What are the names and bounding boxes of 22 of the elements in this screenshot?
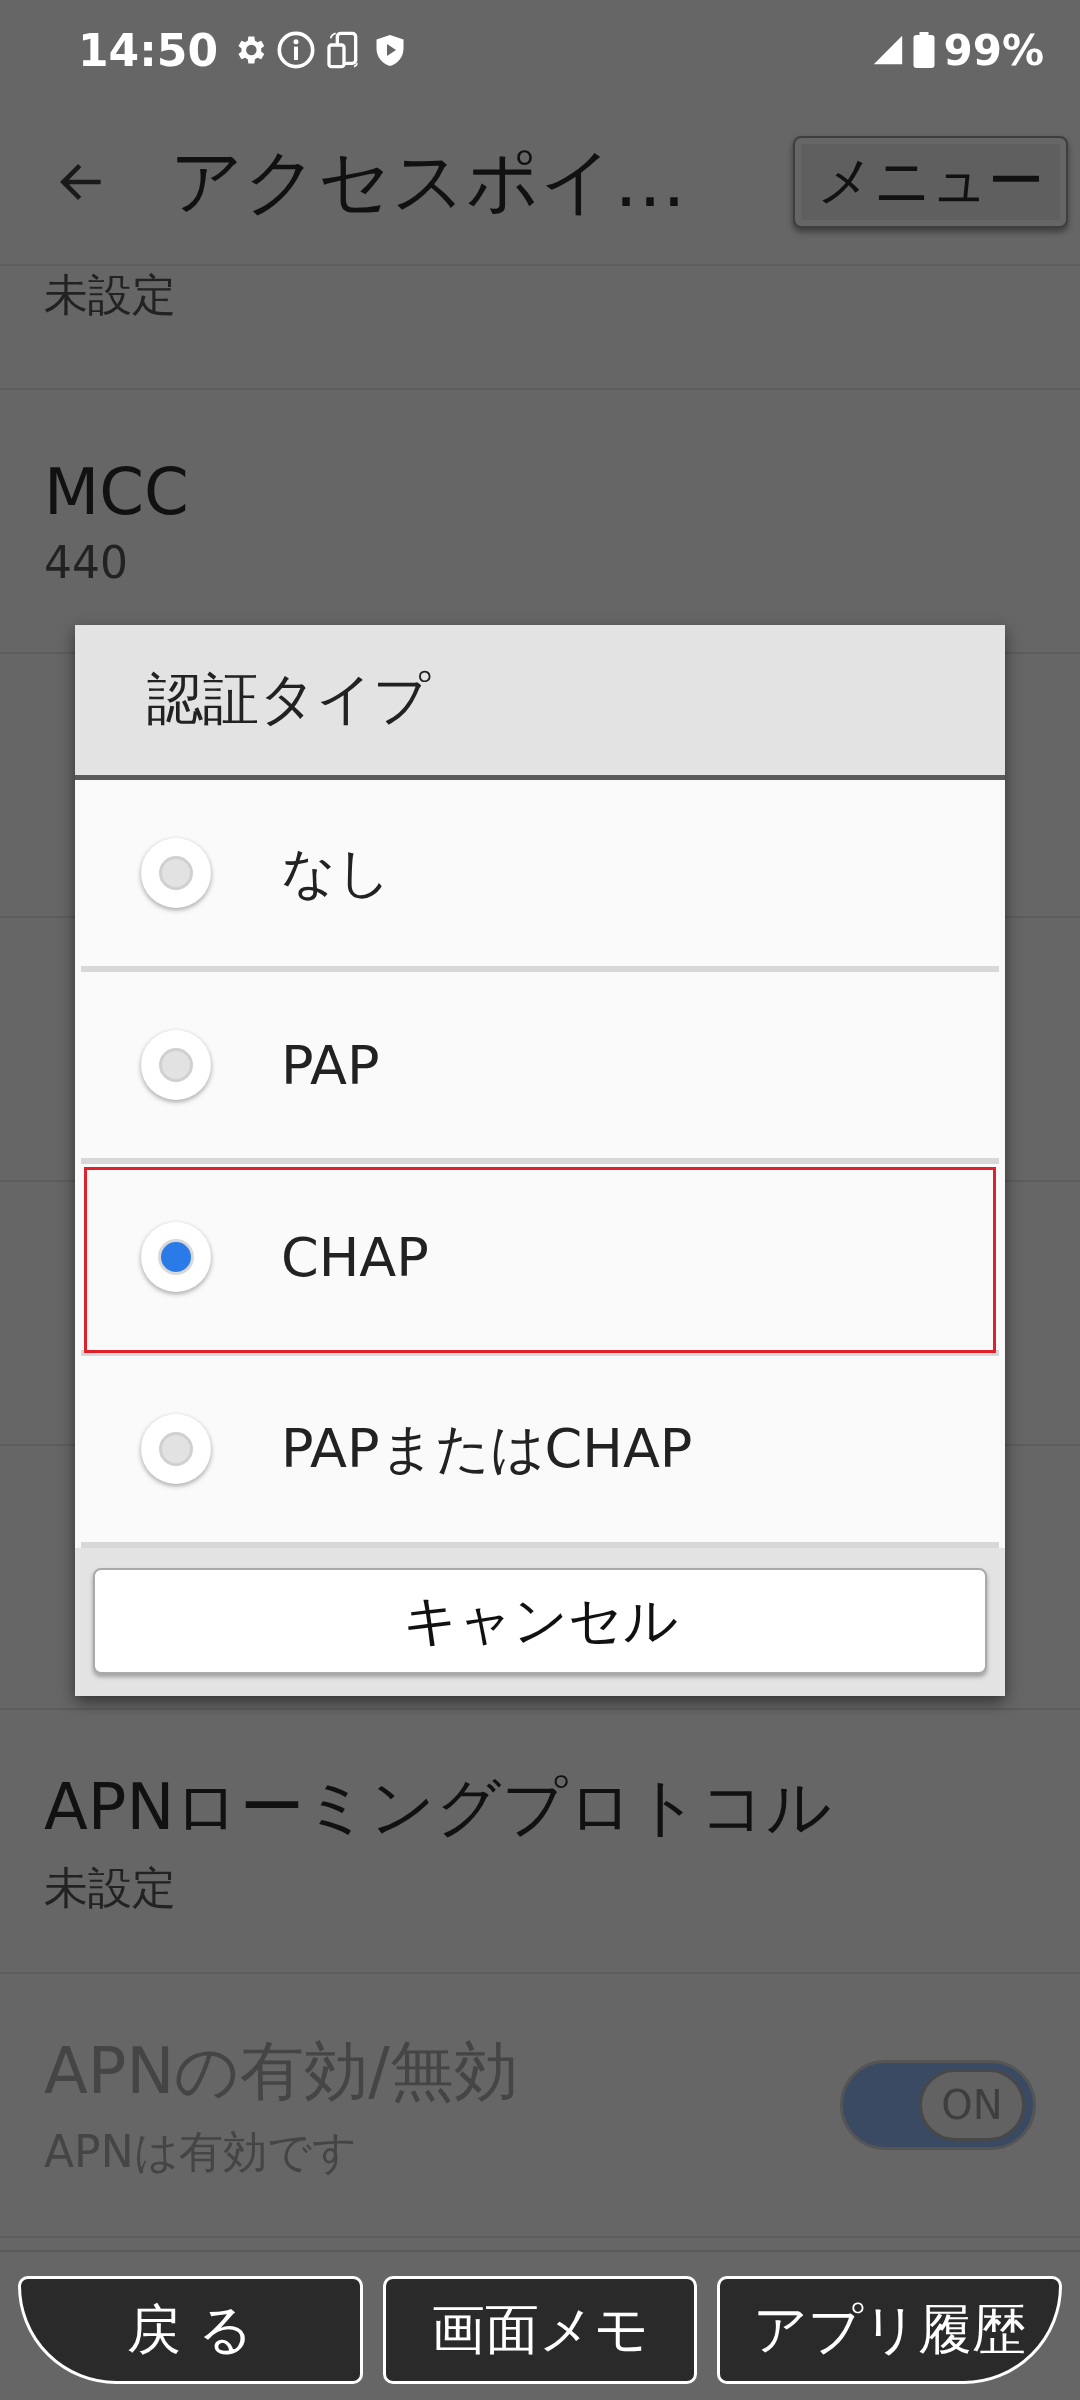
radio-option[interactable]: なし [81,780,999,972]
setting-summary: 440 [44,536,128,588]
battery-icon [913,32,936,68]
setting-summary: 未設定 [44,268,176,322]
radio-button[interactable] [141,838,211,908]
nav-button[interactable]: 画面メモ [382,2276,698,2384]
status-time: 14:50 [78,24,219,76]
nav-button[interactable]: 戻 る [18,2276,363,2384]
setting-title: MCC [44,454,189,529]
radio-button[interactable] [141,1030,211,1100]
radio-option[interactable]: PAP [81,972,999,1164]
radio-button[interactable] [141,1414,211,1484]
setting-title: APNローミングプロトコル [44,1769,833,1846]
setting-summary: 未設定 [44,1861,176,1915]
dialog-title: 認証タイプ [147,665,430,733]
nav-button[interactable]: アプリ履歴 [717,2276,1062,2384]
radio-button[interactable] [141,1222,211,1292]
battery-percent: 99% [943,25,1044,75]
radio-option[interactable]: CHAP [81,1164,999,1356]
screen-title: アクセスポイ… [170,138,687,225]
cancel-button[interactable]: キャンセル [93,1568,987,1674]
info-icon [276,30,317,70]
